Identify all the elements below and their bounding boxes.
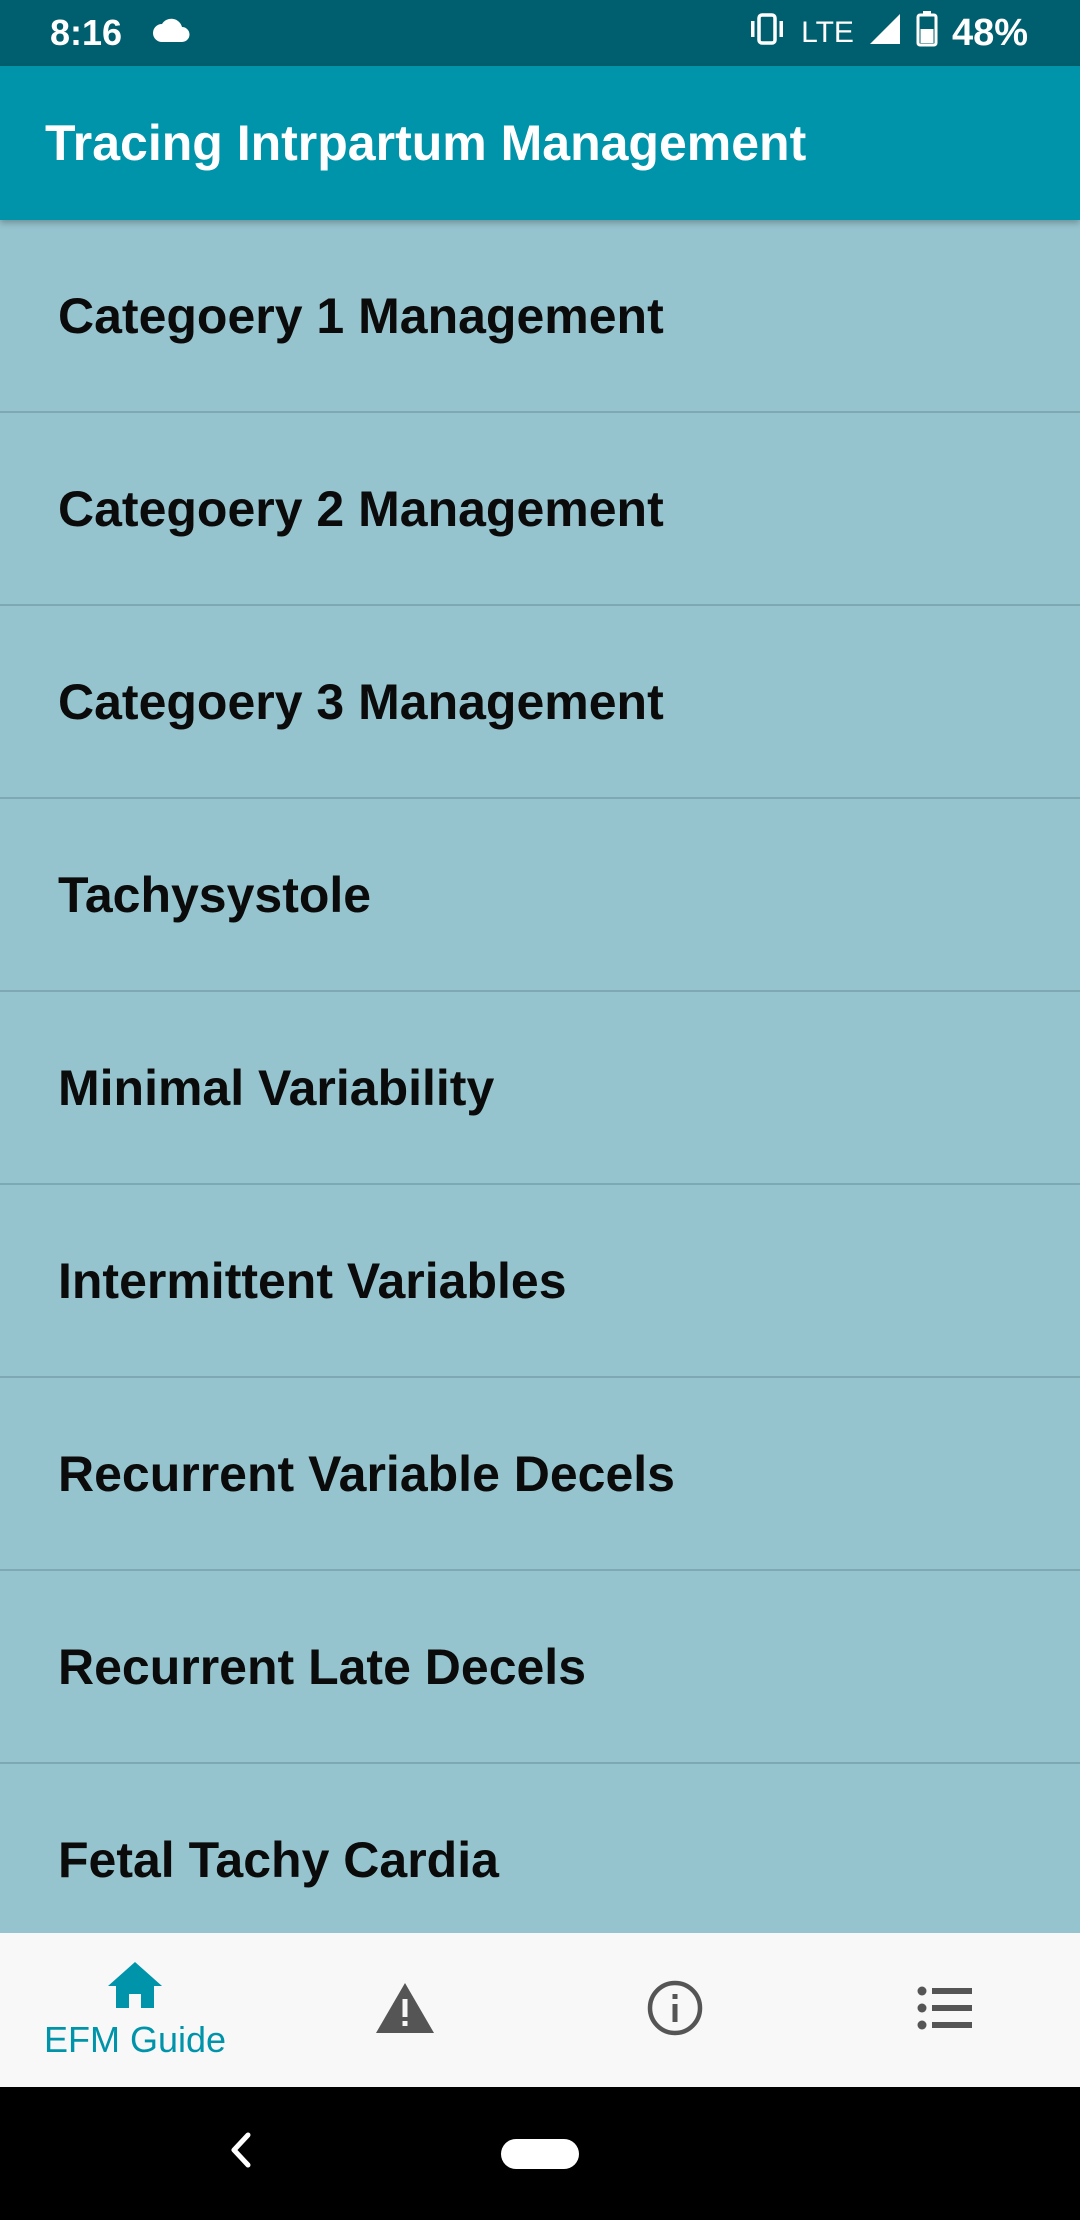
list-item-label: Categoery 1 Management bbox=[58, 287, 664, 344]
list-item-label: Intermittent Variables bbox=[58, 1252, 567, 1309]
list-item-category-2[interactable]: Categoery 2 Management bbox=[0, 413, 1080, 606]
list-item-minimal-variability[interactable]: Minimal Variability bbox=[0, 992, 1080, 1185]
warning-icon bbox=[374, 1981, 436, 2040]
page-title: Tracing Intrpartum Management bbox=[45, 115, 807, 171]
battery-icon bbox=[916, 10, 938, 56]
list-item-recurrent-variable-decels[interactable]: Recurrent Variable Decels bbox=[0, 1378, 1080, 1571]
system-navigation-bar bbox=[0, 2087, 1080, 2220]
list-item-label: Recurrent Variable Decels bbox=[58, 1445, 675, 1502]
home-icon bbox=[106, 1960, 164, 2015]
list-icon bbox=[917, 1985, 973, 2036]
list-item-label: Categoery 2 Management bbox=[58, 480, 664, 537]
nav-label: EFM Guide bbox=[43, 2018, 227, 2060]
status-time: 8:16 bbox=[50, 12, 123, 53]
nav-warnings[interactable] bbox=[270, 1933, 540, 2087]
list-item-fetal-tachy-cardia[interactable]: Fetal Tachy Cardia bbox=[0, 1764, 1080, 1933]
nav-list[interactable] bbox=[810, 1933, 1080, 2087]
back-icon[interactable] bbox=[222, 2125, 256, 2180]
list-item-label: Fetal Tachy Cardia bbox=[58, 1831, 499, 1888]
list-item-label: Minimal Variability bbox=[58, 1059, 495, 1116]
list-item-label: Categoery 3 Management bbox=[58, 673, 664, 730]
home-pill-button[interactable] bbox=[501, 2138, 579, 2169]
list-item-label: Tachysystole bbox=[58, 866, 372, 923]
list-item-recurrent-late-decels[interactable]: Recurrent Late Decels bbox=[0, 1571, 1080, 1764]
list-item-category-1[interactable]: Categoery 1 Management bbox=[0, 220, 1080, 413]
nav-efm-guide[interactable]: EFM Guide bbox=[0, 1933, 270, 2087]
status-bar: 8:16 LTE 48% bbox=[0, 0, 1080, 66]
nav-info[interactable] bbox=[540, 1933, 810, 2087]
info-icon bbox=[647, 1980, 703, 2041]
list-item-label: Recurrent Late Decels bbox=[58, 1638, 587, 1695]
list-item-category-3[interactable]: Categoery 3 Management bbox=[0, 606, 1080, 799]
bottom-navigation: EFM Guide bbox=[0, 1933, 1080, 2087]
signal-icon bbox=[868, 12, 902, 55]
battery-percent: 48% bbox=[951, 11, 1028, 54]
network-type: LTE bbox=[801, 16, 854, 49]
list-item-intermittent-variables[interactable]: Intermittent Variables bbox=[0, 1185, 1080, 1378]
app-bar: Tracing Intrpartum Management bbox=[0, 66, 1080, 220]
vibrate-icon bbox=[747, 12, 787, 55]
list-item-tachysystole[interactable]: Tachysystole bbox=[0, 799, 1080, 992]
cloud-icon bbox=[152, 18, 192, 49]
topic-list: Categoery 1 Management Categoery 2 Manag… bbox=[0, 220, 1080, 1933]
